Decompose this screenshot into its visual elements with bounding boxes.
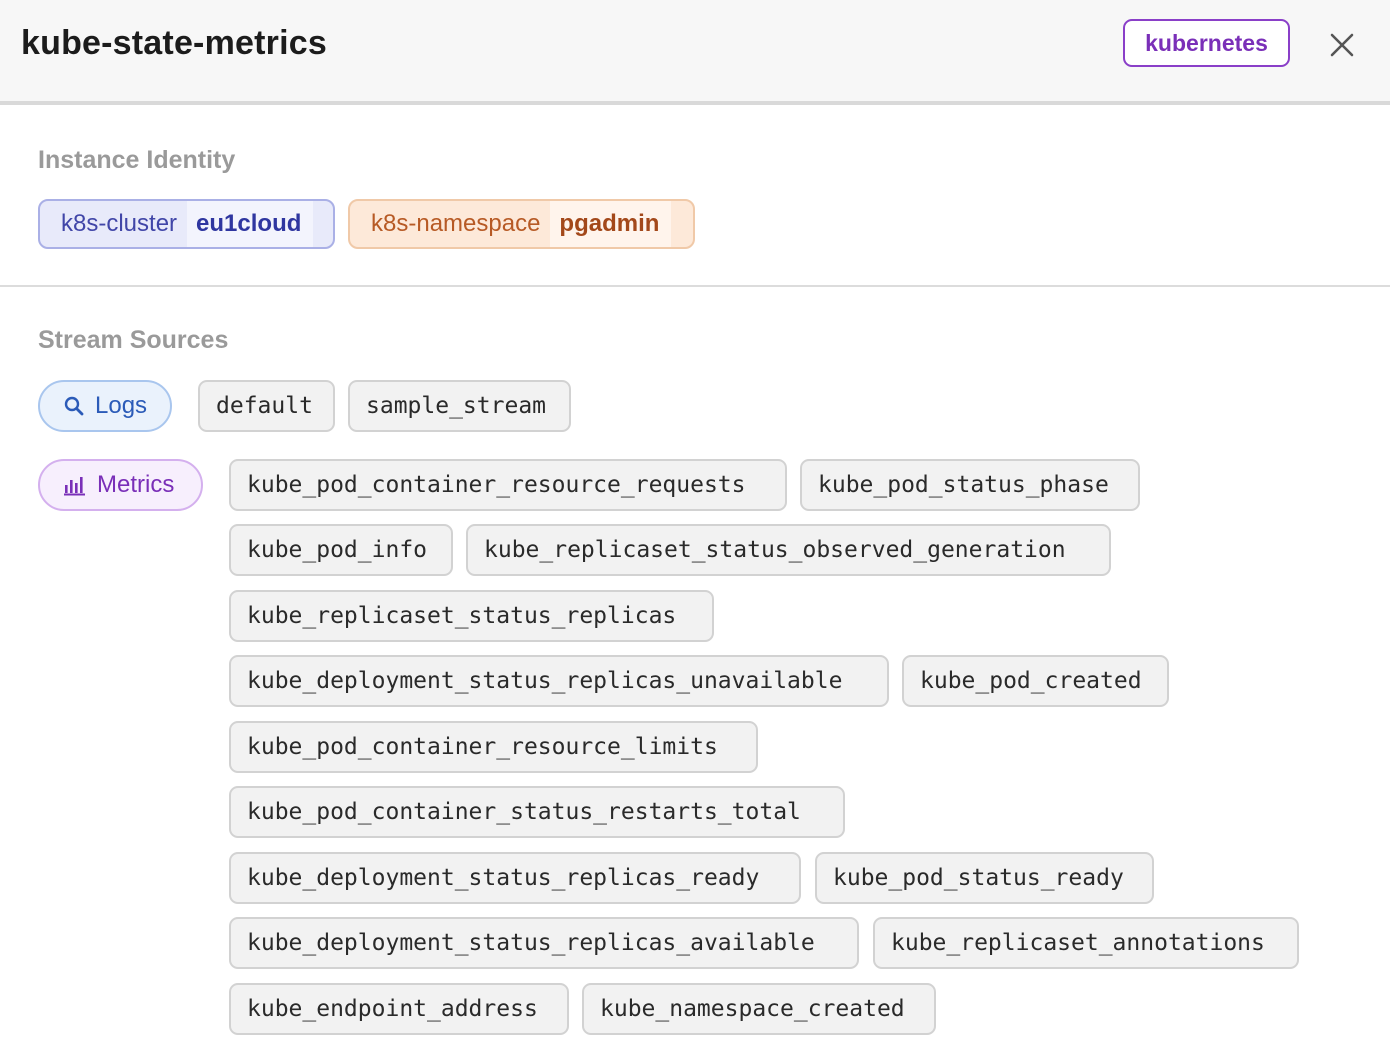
close-icon <box>1330 33 1354 57</box>
metric-stream-chip[interactable]: kube_replicaset_status_observed_generati… <box>466 524 1111 576</box>
metric-stream-chip[interactable]: kube_pod_status_ready <box>815 852 1154 904</box>
tag-value: eu1cloud <box>187 201 314 247</box>
close-button[interactable] <box>1322 25 1362 65</box>
tag-k8s-cluster[interactable]: k8s-cluster eu1cloud <box>38 199 335 249</box>
stream-sources-title: Stream Sources <box>38 326 229 354</box>
metrics-source-button[interactable]: Metrics <box>38 459 203 511</box>
metrics-label: Metrics <box>97 471 175 498</box>
logs-source-button[interactable]: Logs <box>38 380 172 432</box>
metric-stream-chip[interactable]: kube_deployment_status_replicas_availabl… <box>229 917 859 969</box>
type-badge: kubernetes <box>1123 19 1290 67</box>
metric-stream-chip[interactable]: kube_pod_container_resource_limits <box>229 721 758 773</box>
panel-header: kube-state-metrics kubernetes <box>0 0 1390 105</box>
metric-stream-chip[interactable]: kube_pod_created <box>902 655 1169 707</box>
metric-stream-chip[interactable]: kube_replicaset_annotations <box>873 917 1299 969</box>
metric-stream-chip[interactable]: kube_endpoint_address <box>229 983 569 1035</box>
metric-stream-chip[interactable]: kube_pod_status_phase <box>800 459 1140 511</box>
metric-stream-chip[interactable]: kube_pod_container_status_restarts_total <box>229 786 845 838</box>
log-stream-chip[interactable]: default <box>198 380 335 432</box>
metric-stream-chip[interactable]: kube_namespace_created <box>582 983 936 1035</box>
tag-key: k8s-namespace <box>371 210 541 237</box>
tag-key: k8s-cluster <box>61 210 178 237</box>
metric-stream-chip[interactable]: kube_pod_container_resource_requests <box>229 459 787 511</box>
search-icon <box>63 395 85 417</box>
metric-stream-chip[interactable]: kube_replicaset_status_replicas <box>229 590 714 642</box>
metric-stream-chip[interactable]: kube_pod_info <box>229 524 453 576</box>
instance-identity-title: Instance Identity <box>38 146 236 174</box>
tag-value: pgadmin <box>550 201 672 247</box>
metric-stream-chip[interactable]: kube_deployment_status_replicas_unavaila… <box>229 655 889 707</box>
metric-stream-chip[interactable]: kube_deployment_status_replicas_ready <box>229 852 801 904</box>
section-divider <box>0 285 1390 287</box>
log-stream-chip[interactable]: sample_stream <box>348 380 571 432</box>
bar-chart-icon <box>63 474 87 496</box>
tag-k8s-namespace[interactable]: k8s-namespace pgadmin <box>348 199 695 249</box>
logs-label: Logs <box>95 392 148 419</box>
page-title: kube-state-metrics <box>21 24 327 62</box>
